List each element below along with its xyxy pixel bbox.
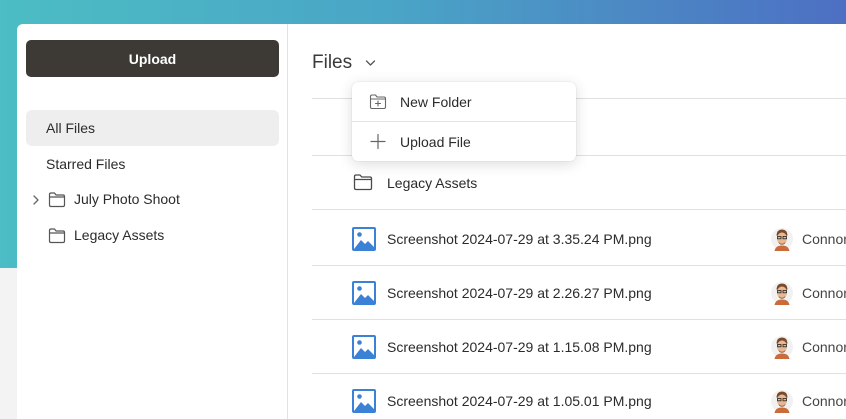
chevron-down-icon[interactable] [365, 58, 376, 68]
sidebar: Upload All Files Starred Files July Phot… [17, 24, 288, 419]
page-title: Files [312, 52, 353, 73]
avatar [771, 336, 793, 359]
sidebar-item-july-photo-shoot[interactable]: July Photo Shoot [26, 182, 279, 218]
sidebar-item-label: Legacy Assets [74, 227, 165, 243]
plus-icon [370, 133, 386, 150]
sidebar-item-legacy-assets[interactable]: Legacy Assets [26, 218, 279, 254]
owner-name: Connor [802, 339, 846, 355]
folder-icon [353, 174, 373, 191]
avatar [771, 228, 793, 251]
chevron-right-icon[interactable] [31, 194, 41, 206]
upload-button[interactable]: Upload [26, 40, 279, 77]
image-file-icon [352, 281, 376, 305]
new-folder-icon [369, 94, 387, 110]
sidebar-item-label: Starred Files [46, 156, 126, 172]
sidebar-item-label: All Files [46, 120, 96, 136]
menu-item-label: Upload File [400, 134, 471, 150]
table-row[interactable]: Screenshot 2024-07-29 at 2.26.27 PM.png … [312, 266, 846, 320]
image-file-icon [352, 335, 376, 359]
table-row[interactable]: Legacy Assets [312, 156, 846, 210]
files-dropdown-menu: New Folder Upload File [352, 82, 576, 161]
table-row[interactable]: Screenshot 2024-07-29 at 1.05.01 PM.png … [312, 374, 846, 419]
row-name[interactable]: Legacy Assets [387, 175, 477, 191]
owner-name: Connor [802, 231, 846, 247]
image-file-icon [352, 389, 376, 413]
menu-item-upload-file[interactable]: Upload File [352, 122, 576, 161]
owner-name: Connor [802, 285, 846, 301]
menu-item-label: New Folder [400, 94, 472, 110]
owner-name: Connor [802, 393, 846, 409]
sidebar-item-all-files[interactable]: All Files [26, 110, 279, 146]
table-row[interactable]: Screenshot 2024-07-29 at 3.35.24 PM.png … [312, 212, 846, 266]
folder-icon [48, 192, 66, 208]
folder-icon [48, 228, 66, 244]
menu-item-new-folder[interactable]: New Folder [352, 82, 576, 121]
row-name[interactable]: Screenshot 2024-07-29 at 2.26.27 PM.png [387, 285, 652, 301]
sidebar-item-label: July Photo Shoot [74, 191, 180, 207]
avatar [771, 282, 793, 305]
row-name[interactable]: Screenshot 2024-07-29 at 1.05.01 PM.png [387, 393, 652, 409]
table-row[interactable]: Screenshot 2024-07-29 at 1.15.08 PM.png … [312, 320, 846, 374]
image-file-icon [352, 227, 376, 251]
sidebar-item-starred-files[interactable]: Starred Files [26, 146, 279, 182]
avatar [771, 390, 793, 413]
row-name[interactable]: Screenshot 2024-07-29 at 3.35.24 PM.png [387, 231, 652, 247]
row-name[interactable]: Screenshot 2024-07-29 at 1.15.08 PM.png [387, 339, 652, 355]
